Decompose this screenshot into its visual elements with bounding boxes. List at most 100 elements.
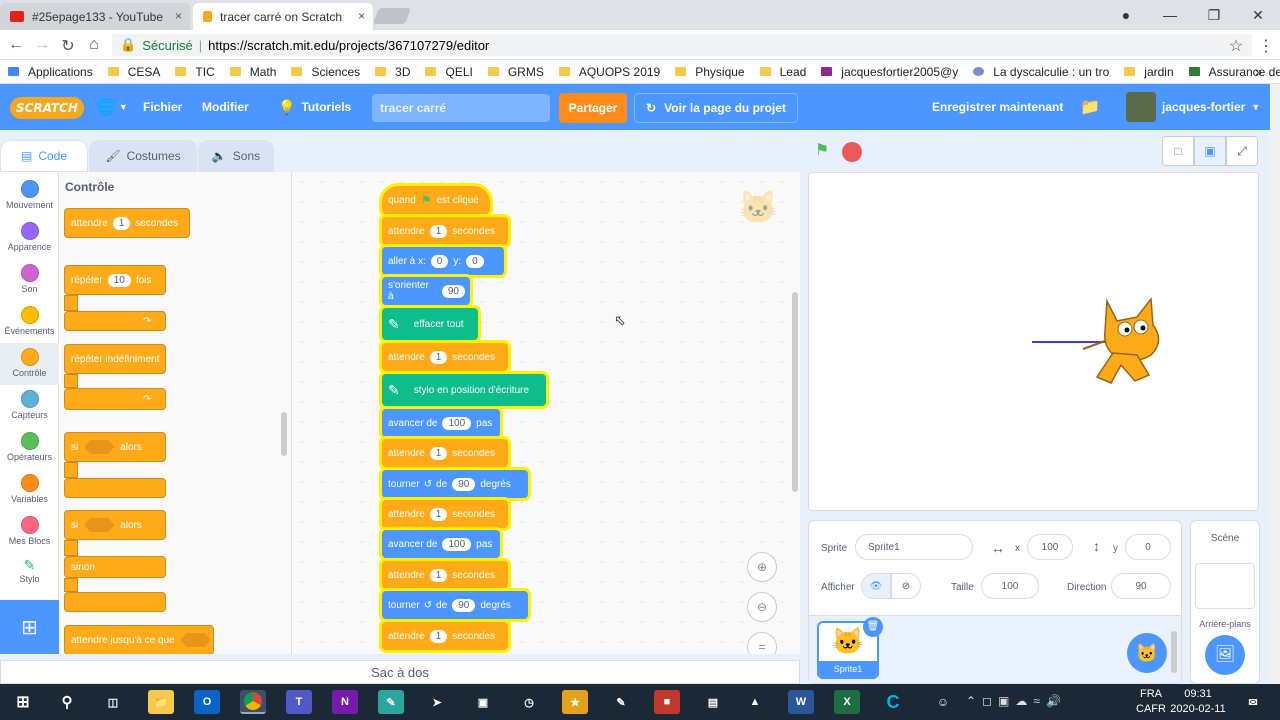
bookmark-apps[interactable]: Applications xyxy=(8,65,93,79)
tab-costumes[interactable]: 🖌 Costumes xyxy=(89,140,197,172)
bookmark-item[interactable]: Assurance de Groupe xyxy=(1188,65,1280,79)
scratch-logo[interactable]: SCRATCH xyxy=(10,97,84,119)
wait-until-block[interactable]: attendre jusqu'à ce que xyxy=(64,625,214,654)
block-input[interactable]: 1 xyxy=(429,446,448,460)
account-menu[interactable]: jacques-fortier ▼ xyxy=(1126,84,1260,130)
zoom-out-button[interactable]: ⊖ xyxy=(747,592,777,622)
tab-youtube[interactable]: #25epage133 - YouTube × xyxy=(0,3,190,30)
large-stage-button[interactable]: ▣ xyxy=(1194,136,1226,166)
sprite-name-input[interactable]: Sprite1 xyxy=(855,534,973,560)
notifications-icon[interactable]: ✉ xyxy=(1240,690,1266,714)
folder-icon[interactable]: 📁 xyxy=(1080,84,1100,130)
direction-input[interactable]: 90 xyxy=(1111,573,1171,599)
category-my-blocks[interactable]: Mes Blocs xyxy=(0,511,59,553)
save-now-button[interactable]: Enregistrer maintenant xyxy=(932,84,1063,130)
point-direction-block[interactable]: s'orienter à 90 xyxy=(382,277,470,305)
small-stage-button[interactable]: □ xyxy=(1162,136,1194,166)
block-input[interactable]: 1 xyxy=(429,629,448,643)
bookmark-item[interactable]: Sciences xyxy=(291,65,360,79)
block-input[interactable]: 100 xyxy=(442,416,472,430)
bookmark-item[interactable]: jardin xyxy=(1124,65,1174,79)
see-project-page-button[interactable]: ↻ Voir la page du projet xyxy=(634,93,798,123)
turn-left-block[interactable]: tourner ↺ de 90 degrés xyxy=(382,470,528,498)
move-steps-block[interactable]: avancer de 100 pas xyxy=(382,409,500,437)
tab-scratch[interactable]: tracer carré on Scratch × xyxy=(193,3,373,30)
bookmark-item[interactable]: Physique xyxy=(675,65,745,79)
app-arrow-icon[interactable]: ➤ xyxy=(424,690,450,714)
repeat-block[interactable]: répéter 10 fois xyxy=(64,265,166,295)
bookmark-item[interactable]: CESA xyxy=(107,65,160,79)
word-icon[interactable]: W xyxy=(788,690,814,714)
app-screen-icon[interactable]: ▣ xyxy=(470,690,496,714)
turn-left-block[interactable]: tourner ↺ de 90 degrés xyxy=(382,591,528,619)
reload-icon[interactable]: ↻ xyxy=(58,36,78,56)
share-button[interactable]: Partager xyxy=(559,93,627,123)
stop-button[interactable] xyxy=(842,142,862,162)
tab-code[interactable]: ▤ Code xyxy=(0,140,88,172)
block-input[interactable]: 1 xyxy=(429,224,448,238)
home-icon[interactable]: ⌂ xyxy=(84,36,104,54)
language-globe-icon[interactable]: 🌐 ▼ xyxy=(96,84,128,130)
clock[interactable]: 09:31 2020-02-11 xyxy=(1170,687,1226,717)
wait-block[interactable]: attendre 1 secondes xyxy=(382,439,508,467)
people-icon[interactable]: ☺ xyxy=(930,690,956,714)
teams-icon[interactable]: T xyxy=(286,690,312,714)
minimize-icon[interactable]: — xyxy=(1148,0,1192,30)
forever-block[interactable]: répéter indéfiniment xyxy=(64,344,166,374)
boolean-slot[interactable] xyxy=(180,633,211,647)
show-visible-button[interactable]: 👁 xyxy=(861,573,891,599)
wait-block[interactable]: attendre 1 secondes xyxy=(382,561,508,589)
backpack[interactable]: Sac à dos xyxy=(0,660,800,684)
tutorials-button[interactable]: 💡 Tutoriels xyxy=(278,84,351,130)
script-scrollbar[interactable] xyxy=(792,292,798,492)
menu-icon[interactable]: ⋮ xyxy=(1256,36,1276,56)
close-window-icon[interactable]: ✕ xyxy=(1236,0,1280,30)
notes-icon[interactable]: ✎ xyxy=(378,690,404,714)
block-input[interactable]: 90 xyxy=(452,477,476,491)
excel-icon[interactable]: X xyxy=(834,690,860,714)
block-input[interactable]: 1 xyxy=(112,216,131,230)
block-input[interactable]: 1 xyxy=(429,350,448,364)
category-pen[interactable]: ✎ Stylo xyxy=(0,553,59,595)
new-tab-button[interactable] xyxy=(373,8,411,24)
maximize-icon[interactable]: ❐ xyxy=(1192,0,1236,30)
block-input[interactable]: 10 xyxy=(107,273,131,287)
wait-block[interactable]: attendre 1 secondes xyxy=(64,208,190,238)
x-input[interactable]: 100 xyxy=(1027,534,1073,560)
app-red-icon[interactable]: ■ xyxy=(654,690,680,714)
zoom-reset-button[interactable]: = xyxy=(747,632,777,654)
bookmark-item[interactable]: TIC xyxy=(175,65,215,79)
tab-sounds[interactable]: 🔈 Sons xyxy=(198,140,274,172)
url-field[interactable]: 🔒 Sécurisé | https://scratch.mit.edu/pro… xyxy=(112,34,1252,56)
star-icon[interactable]: ☆ xyxy=(1226,36,1246,56)
pen-clear-block[interactable]: ✎ effacer tout xyxy=(382,308,478,340)
block-input[interactable]: 90 xyxy=(452,598,476,612)
edit-menu[interactable]: Modifier xyxy=(202,84,249,130)
category-events[interactable]: Événements xyxy=(0,301,59,343)
add-backdrop-button[interactable]: 🖼 xyxy=(1205,635,1245,675)
wait-block[interactable]: attendre 1 secondes xyxy=(382,622,508,650)
block-input[interactable]: 90 xyxy=(441,284,465,298)
bookmark-item[interactable]: AQUOPS 2019 xyxy=(558,65,660,79)
language-indicator[interactable]: FRA CAFR xyxy=(1136,687,1166,717)
palette-scrollbar[interactable] xyxy=(281,412,287,456)
app-chart-icon[interactable]: ▲ xyxy=(742,690,768,714)
stage-thumbnail[interactable] xyxy=(1195,563,1255,609)
pen-down-block[interactable]: ✎ stylo en position d'écriture xyxy=(382,374,546,406)
close-tab-icon[interactable]: × xyxy=(358,9,365,23)
category-motion[interactable]: Mouvement xyxy=(0,175,59,217)
app-doc-icon[interactable]: ▤ xyxy=(700,690,726,714)
stage-selector[interactable]: Scène Arrière-plans 🖼 xyxy=(1190,520,1260,684)
wait-block[interactable]: attendre 1 secondes xyxy=(382,500,508,528)
more-bookmarks[interactable]: » xyxy=(1255,65,1262,79)
block-input[interactable]: 1 xyxy=(429,507,448,521)
block-input[interactable]: 1 xyxy=(429,568,448,582)
scratch-cat-sprite[interactable] xyxy=(1077,291,1177,391)
hide-button[interactable]: ⊘ xyxy=(891,573,921,599)
stage[interactable] xyxy=(808,172,1259,511)
onenote-icon[interactable]: N xyxy=(332,690,358,714)
system-tray-icons[interactable]: ⌃◻▣☁≈🔊 xyxy=(966,694,1067,708)
outlook-icon[interactable]: O xyxy=(194,690,220,714)
bookmark-item[interactable]: 3D xyxy=(375,65,410,79)
fullscreen-button[interactable]: ⤢ xyxy=(1226,136,1258,166)
